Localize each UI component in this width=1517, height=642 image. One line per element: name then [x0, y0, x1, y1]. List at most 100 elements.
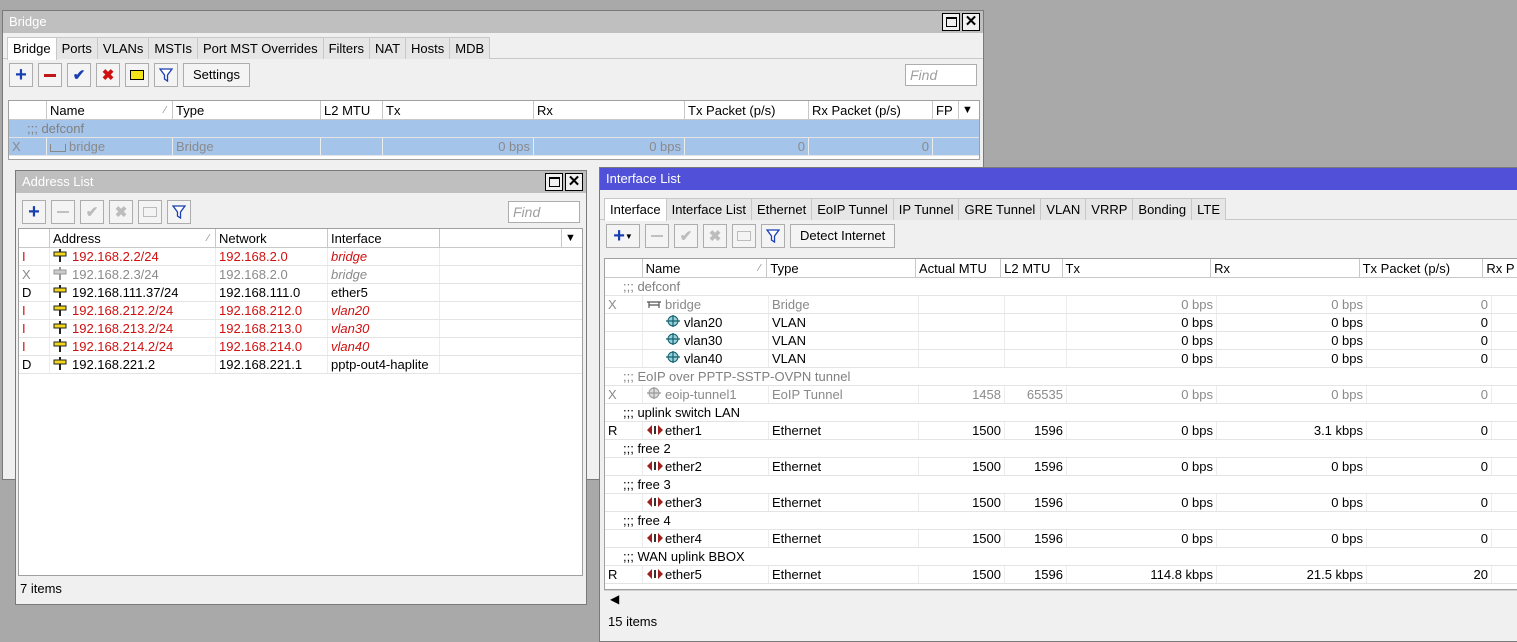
remove-button[interactable] [38, 63, 62, 87]
tab-nat[interactable]: NAT [368, 37, 407, 59]
columns-dropdown[interactable]: ▼ [562, 229, 582, 247]
comment-button[interactable] [125, 63, 149, 87]
find-input[interactable]: Find [905, 64, 977, 86]
close-button[interactable]: ✕ [962, 13, 980, 31]
col-rx-packet[interactable]: Rx Packet (p/s) [809, 101, 933, 119]
maximize-button[interactable] [545, 173, 563, 191]
table-row[interactable]: Rether5 Ethernet 1500 1596 114.8 kbps 21.5 kb… [605, 566, 1517, 584]
col-tx-packet[interactable]: Tx Packet (p/s) [685, 101, 809, 119]
tab-filters[interactable]: Filters [322, 37, 370, 59]
enable-button[interactable]: ✔ [674, 224, 698, 248]
disable-button[interactable]: ✖ [109, 200, 133, 224]
comment-row[interactable]: ;;; free 3 [605, 476, 1517, 494]
col-rx[interactable]: Rx [1211, 259, 1360, 277]
col-tx[interactable]: Tx [383, 101, 534, 119]
col-tx[interactable]: Tx [1063, 259, 1212, 277]
tab-hosts[interactable]: Hosts [405, 37, 451, 59]
filter-button[interactable] [154, 63, 178, 87]
col-rx-packet[interactable]: Rx P [1483, 259, 1517, 277]
table-row[interactable]: X bridge Bridge 0 bps 0 bps 0 0 [9, 138, 979, 156]
close-button[interactable]: ✕ [565, 173, 583, 191]
tab-ethernet[interactable]: Ethernet [751, 198, 813, 220]
table-row[interactable]: Rether1 Ethernet 1500 1596 0 bps 3.1 kbps 0 [605, 422, 1517, 440]
table-row[interactable]: vlan30 VLAN 0 bps 0 bps 0 [605, 332, 1517, 350]
col-type[interactable]: Type [767, 259, 916, 277]
col-name[interactable]: Name ⁄ [47, 101, 173, 119]
table-row[interactable]: ether4 Ethernet 1500 1596 0 bps 0 bps 0 [605, 530, 1517, 548]
filter-button[interactable] [761, 224, 785, 248]
tab-mstis[interactable]: MSTIs [148, 37, 198, 59]
col-rx[interactable]: Rx [534, 101, 685, 119]
table-row[interactable]: I 192.168.2.2/24 192.168.2.0 bridge [19, 248, 582, 266]
table-row[interactable]: D 192.168.111.37/24 192.168.111.0 ether5 [19, 284, 582, 302]
enable-button[interactable]: ✔ [80, 200, 104, 224]
comment-row[interactable]: ;;; uplink switch LAN [605, 404, 1517, 422]
comment-row[interactable]: ;;; free 2 [605, 440, 1517, 458]
table-row[interactable]: ether2 Ethernet 1500 1596 0 bps 0 bps 0 [605, 458, 1517, 476]
filter-button[interactable] [167, 200, 191, 224]
tab-interface-list[interactable]: Interface List [665, 198, 753, 220]
add-button[interactable]: + [22, 200, 46, 224]
remove-button[interactable] [645, 224, 669, 248]
comment-row[interactable]: ;;; EoIP over PPTP-SSTP-OVPN tunnel [605, 368, 1517, 386]
table-row[interactable]: I 192.168.214.2/24 192.168.214.0 vlan40 [19, 338, 582, 356]
col-actual-mtu[interactable]: Actual MTU [916, 259, 1002, 277]
find-input[interactable]: Find [508, 201, 580, 223]
maximize-button[interactable] [942, 13, 960, 31]
columns-dropdown[interactable]: ▼ [959, 101, 979, 119]
comment-row[interactable]: ;;; defconf [605, 278, 1517, 296]
tab-vlan[interactable]: VLAN [1040, 198, 1087, 220]
tab-ports[interactable]: Ports [55, 37, 98, 59]
remove-button[interactable] [51, 200, 75, 224]
scroll-left-icon[interactable]: ◀ [610, 592, 619, 606]
interface-window-titlebar[interactable]: Interface List [600, 168, 1517, 190]
table-row[interactable]: Xbridge Bridge 0 bps 0 bps 0 [605, 296, 1517, 314]
col-l2mtu[interactable]: L2 MTU [1001, 259, 1063, 277]
disable-button[interactable]: ✖ [96, 63, 120, 87]
col-network[interactable]: Network [216, 229, 328, 247]
tab-vlans[interactable]: VLANs [96, 37, 150, 59]
add-menu-button[interactable]: + ▼ [606, 224, 640, 248]
table-row[interactable]: Xeoip-tunnel1 EoIP Tunnel 1458 65535 0 bps 0 … [605, 386, 1517, 404]
add-button[interactable]: + [9, 63, 33, 87]
tab-gre-tunnel[interactable]: GRE Tunnel [958, 198, 1042, 220]
col-address[interactable]: Address ⁄ [50, 229, 216, 247]
settings-button[interactable]: Settings [183, 63, 250, 87]
detect-internet-button[interactable]: Detect Internet [790, 224, 896, 248]
tab-interface[interactable]: Interface [604, 198, 667, 221]
tab-eoip-tunnel[interactable]: EoIP Tunnel [811, 198, 894, 220]
disable-button[interactable]: ✖ [703, 224, 727, 248]
col-l2mtu[interactable]: L2 MTU [321, 101, 383, 119]
bridge-window-titlebar[interactable]: Bridge ✕ [3, 11, 983, 33]
tab-bridge[interactable]: Bridge [7, 37, 57, 60]
tab-lte[interactable]: LTE [1191, 198, 1227, 220]
col-interface[interactable]: Interface [328, 229, 440, 247]
tab-port-mst-overrides[interactable]: Port MST Overrides [196, 37, 324, 59]
table-row[interactable]: X 192.168.2.3/24 192.168.2.0 bridge [19, 266, 582, 284]
col-type[interactable]: Type [173, 101, 321, 119]
col-flag[interactable] [605, 259, 643, 277]
comment-row[interactable]: ;;; WAN uplink BBOX [605, 548, 1517, 566]
col-flag[interactable] [19, 229, 50, 247]
table-row[interactable]: ether3 Ethernet 1500 1596 0 bps 0 bps 0 [605, 494, 1517, 512]
tab-ip-tunnel[interactable]: IP Tunnel [892, 198, 960, 220]
col-flag[interactable] [9, 101, 47, 119]
enable-button[interactable]: ✔ [67, 63, 91, 87]
table-row[interactable]: I 192.168.212.2/24 192.168.212.0 vlan20 [19, 302, 582, 320]
bridge-comment[interactable]: ;;; defconf [9, 120, 979, 138]
horizontal-scrollbar[interactable]: ◀ [604, 590, 1517, 608]
tab-bonding[interactable]: Bonding [1132, 198, 1193, 220]
comment-button[interactable] [138, 200, 162, 224]
col-name[interactable]: Name ⁄ [643, 259, 768, 277]
address-window-titlebar[interactable]: Address List ✕ [16, 171, 586, 193]
col-tx-packet[interactable]: Tx Packet (p/s) [1360, 259, 1484, 277]
table-row[interactable]: vlan20 VLAN 0 bps 0 bps 0 [605, 314, 1517, 332]
tab-mdb[interactable]: MDB [449, 37, 491, 59]
table-row[interactable]: I 192.168.213.2/24 192.168.213.0 vlan30 [19, 320, 582, 338]
col-fp[interactable]: FP [933, 101, 959, 119]
table-row[interactable]: vlan40 VLAN 0 bps 0 bps 0 [605, 350, 1517, 368]
tab-vrrp[interactable]: VRRP [1085, 198, 1134, 220]
table-row[interactable]: D 192.168.221.2 192.168.221.1 pptp-out4-hap… [19, 356, 582, 374]
comment-button[interactable] [732, 224, 756, 248]
comment-row[interactable]: ;;; free 4 [605, 512, 1517, 530]
